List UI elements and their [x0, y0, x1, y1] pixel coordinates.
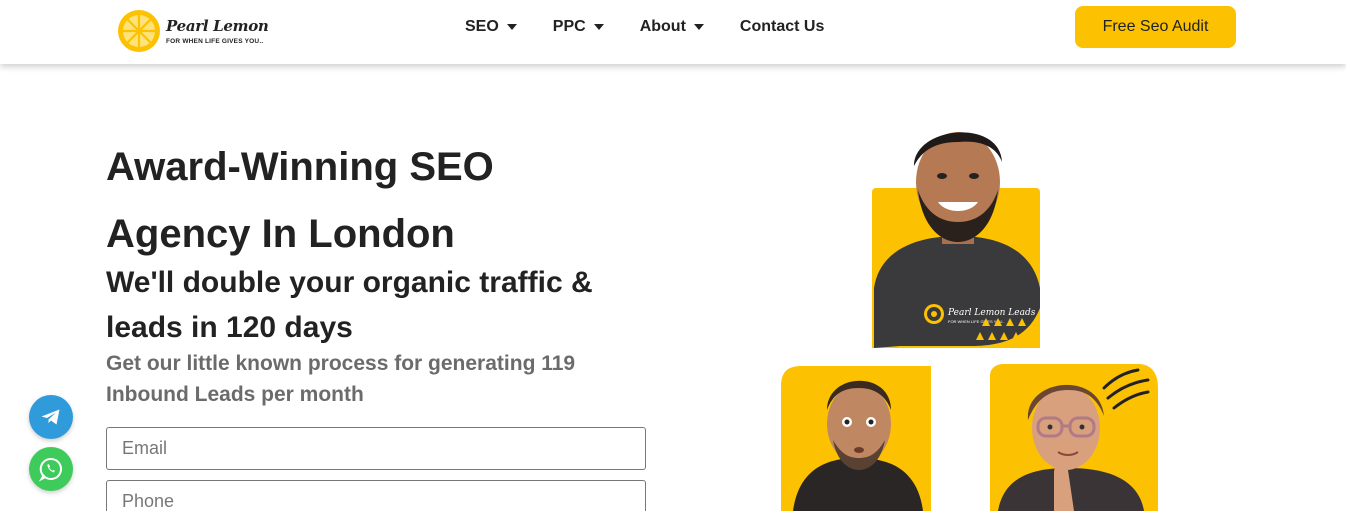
telegram-button[interactable]	[29, 395, 73, 439]
shirt-text: Pearl Lemon Leads	[947, 308, 1036, 318]
team-photo-right	[990, 364, 1158, 511]
caret-down-icon	[693, 24, 704, 30]
hero-title: Award-Winning SEO Agency In London	[106, 134, 666, 268]
nav-item-label: Contact Us	[739, 18, 825, 35]
free-seo-audit-button[interactable]: Free Seo Audit	[1075, 6, 1236, 48]
main-nav: SEO PPC About Contact Us	[465, 0, 860, 54]
whatsapp-button[interactable]	[29, 447, 73, 491]
team-photo-main: Pearl Lemon Leads FOR WHEN LIFE GIVES YO…	[872, 132, 1040, 348]
hero-title-line-2: Agency In London	[106, 212, 455, 256]
whatsapp-icon	[38, 457, 62, 482]
hero-subtitle: We'll double your organic traffic & lead…	[106, 260, 666, 350]
nav-item-label: About	[639, 18, 686, 35]
hero-subtitle-line-1: We'll double your organic traffic &	[106, 266, 593, 299]
nav-item-seo[interactable]: SEO	[465, 18, 517, 36]
nav-item-label: PPC	[552, 18, 586, 35]
nav-item-about[interactable]: About	[640, 18, 704, 36]
hero-subtitle-line-2: leads in 120 days	[106, 311, 353, 344]
hero-description: Get our little known process for generat…	[106, 348, 626, 410]
nav-item-label: SEO	[465, 18, 499, 35]
team-photo-left	[781, 366, 931, 511]
logo-name: Pearl Lemon	[166, 17, 269, 35]
nav-item-contact-us[interactable]: Contact Us	[740, 18, 824, 36]
phone-field[interactable]	[106, 480, 646, 511]
nav-item-ppc[interactable]: PPC	[553, 18, 604, 36]
email-field[interactable]	[106, 427, 646, 470]
telegram-icon	[41, 409, 60, 425]
hero-title-line-1: Award-Winning SEO	[106, 145, 494, 189]
lemon-logo-icon	[118, 10, 160, 52]
logo-tagline: FOR WHEN LIFE GIVES YOU..	[166, 38, 264, 45]
logo[interactable]: Pearl Lemon FOR WHEN LIFE GIVES YOU..	[116, 6, 276, 56]
caret-down-icon	[506, 24, 517, 30]
caret-down-icon	[593, 24, 604, 30]
hero-description-line-2: Inbound Leads per month	[106, 383, 364, 406]
site-header: Pearl Lemon FOR WHEN LIFE GIVES YOU.. SE…	[0, 0, 1346, 64]
hero-description-line-1: Get our little known process for generat…	[106, 352, 576, 375]
